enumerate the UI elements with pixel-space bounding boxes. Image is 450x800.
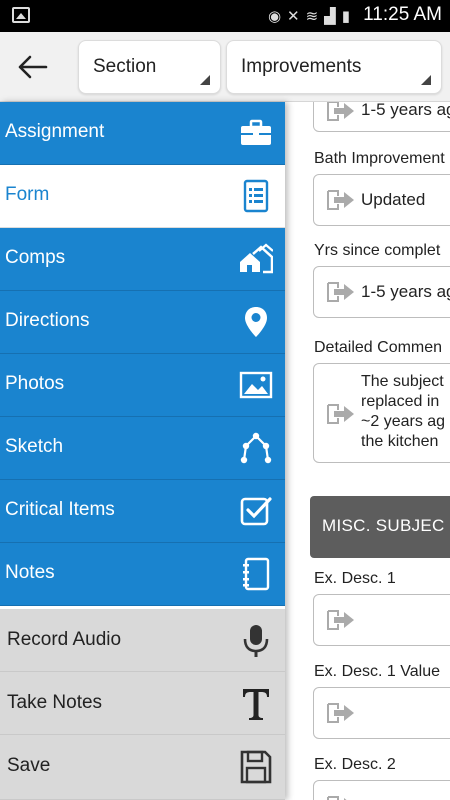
- input-arrow-icon: [327, 190, 354, 210]
- status-icons: ◉ ✕ ≋ ▟ ▮: [268, 6, 350, 26]
- nav-label: Notes: [5, 562, 55, 583]
- yrs-since-field[interactable]: 1-5 years ag: [313, 266, 450, 318]
- input-arrow-icon: [327, 404, 354, 424]
- tool-label: Take Notes: [7, 692, 103, 713]
- ex-desc-1-value-label: Ex. Desc. 1 Value: [314, 663, 440, 680]
- signal-icon: ▟: [324, 7, 336, 25]
- bath-improvements-field[interactable]: Updated: [313, 174, 450, 226]
- tool-save[interactable]: Save: [0, 735, 285, 800]
- tool-take-notes[interactable]: Take Notes: [0, 672, 285, 735]
- ex-desc-2-label: Ex. Desc. 2: [314, 756, 396, 773]
- text-t-icon: [243, 689, 269, 720]
- tool-label: Save: [7, 755, 51, 776]
- field-value: 1-5 years ag: [361, 282, 450, 301]
- section-dropdown-label: Section: [93, 56, 157, 77]
- nav-item-photos[interactable]: Photos: [0, 354, 285, 417]
- detailed-comments-field[interactable]: The subject replaced in ~2 years ag the …: [313, 363, 450, 463]
- briefcase-icon: [241, 119, 271, 145]
- comments-text: The subject replaced in ~2 years ag the …: [361, 372, 445, 452]
- subsection-dropdown[interactable]: Improvements: [226, 40, 442, 94]
- bath-improvements-label: Bath Improvement: [314, 150, 445, 167]
- back-button[interactable]: [16, 52, 50, 82]
- battery-icon: ▮: [341, 7, 350, 25]
- ex-desc-1-label: Ex. Desc. 1: [314, 570, 396, 587]
- comment-line: The subject: [361, 373, 444, 390]
- nav-item-form[interactable]: Form: [0, 165, 285, 228]
- dropdown-corner-icon: [200, 75, 210, 85]
- nav-label: Form: [5, 184, 50, 205]
- form-field-top[interactable]: 1-5 years ag: [313, 102, 450, 132]
- navigation-drawer: Assignment Form Comps Directions Photos …: [0, 102, 285, 800]
- tool-record-audio[interactable]: Record Audio: [0, 609, 285, 672]
- checkbox-icon: [240, 497, 272, 526]
- dropdown-corner-icon: [421, 75, 431, 85]
- wifi-icon: ≋: [305, 7, 319, 25]
- map-pin-icon: [245, 307, 267, 337]
- input-arrow-icon: [327, 703, 354, 723]
- misc-section-header[interactable]: MISC. SUBJEC: [310, 496, 450, 558]
- nav-label: Comps: [5, 247, 66, 268]
- nav-item-assignment[interactable]: Assignment: [0, 102, 285, 165]
- nav-item-notes[interactable]: Notes: [0, 543, 285, 606]
- houses-icon: [240, 243, 273, 274]
- ex-desc-1-field[interactable]: [313, 594, 450, 646]
- form-list-icon: [243, 179, 269, 213]
- comment-line: the kitchen: [361, 433, 439, 450]
- notebook-icon: [243, 557, 270, 591]
- photo-icon: [239, 371, 273, 399]
- gallery-notification-icon: [12, 7, 30, 23]
- comment-line: ~2 years ag: [361, 413, 446, 430]
- input-arrow-icon: [327, 610, 354, 630]
- nav-label: Assignment: [5, 121, 105, 142]
- top-bar: Section Improvements: [0, 32, 450, 102]
- yrs-since-label: Yrs since complet: [314, 242, 441, 259]
- status-bar: ◉ ✕ ≋ ▟ ▮ 11:25 AM: [0, 0, 450, 32]
- section-dropdown[interactable]: Section: [78, 40, 221, 94]
- microphone-icon: [243, 625, 269, 657]
- mute-icon: ✕: [287, 7, 300, 25]
- ex-desc-2-field[interactable]: [313, 780, 450, 800]
- input-arrow-icon: [327, 102, 354, 121]
- form-panel: 1-5 years ag Bath Improvement Updated Yr…: [285, 102, 450, 800]
- floppy-disk-icon: [240, 750, 272, 784]
- clock: 11:25 AM: [363, 4, 442, 25]
- nav-item-sketch[interactable]: Sketch: [0, 417, 285, 480]
- input-arrow-icon: [327, 796, 347, 800]
- back-arrow-icon: [18, 55, 48, 79]
- subsection-dropdown-label: Improvements: [241, 56, 362, 77]
- nav-label: Directions: [5, 310, 90, 331]
- nav-item-comps[interactable]: Comps: [0, 228, 285, 291]
- field-value: Updated: [361, 190, 426, 209]
- eye-icon: ◉: [267, 7, 282, 25]
- nav-label: Sketch: [5, 436, 64, 457]
- section-heading-text: MISC. SUBJEC: [322, 516, 445, 535]
- ex-desc-1-value-field[interactable]: [313, 687, 450, 739]
- sketch-icon: [240, 432, 272, 464]
- tool-label: Record Audio: [7, 629, 122, 650]
- nav-label: Critical Items: [5, 499, 115, 520]
- nav-item-critical-items[interactable]: Critical Items: [0, 480, 285, 543]
- comment-line: replaced in: [361, 393, 440, 410]
- nav-label: Photos: [5, 373, 65, 394]
- input-arrow-icon: [327, 282, 354, 302]
- field-value: 1-5 years ag: [361, 102, 450, 119]
- detailed-comments-label: Detailed Commen: [314, 339, 443, 356]
- nav-item-directions[interactable]: Directions: [0, 291, 285, 354]
